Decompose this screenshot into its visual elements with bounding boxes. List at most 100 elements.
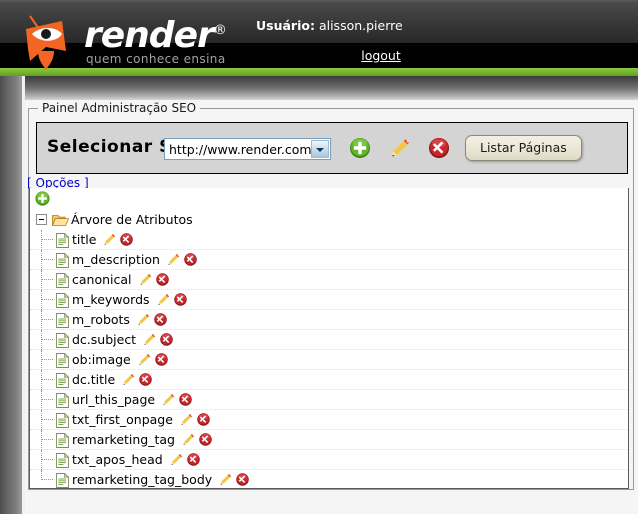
tree-item-label: canonical — [72, 272, 132, 287]
tree-item-actions — [136, 312, 170, 328]
edit-attribute-button[interactable] — [137, 352, 152, 367]
document-icon — [56, 352, 70, 368]
document-icon — [56, 452, 70, 468]
document-icon — [56, 372, 70, 388]
render-logo-icon[interactable] — [16, 13, 76, 71]
edit-attribute-button[interactable] — [218, 472, 233, 487]
tree-guide-line — [41, 310, 42, 330]
edit-attribute-button[interactable] — [121, 372, 136, 387]
edit-attribute-button[interactable] — [161, 392, 176, 407]
tree-item-row[interactable]: title — [30, 230, 628, 250]
tree-item-actions — [142, 332, 176, 348]
left-edge-strip — [0, 76, 22, 514]
document-icon — [56, 252, 70, 268]
delete-attribute-button[interactable] — [154, 352, 169, 367]
body-top-gradient — [0, 76, 638, 102]
tree-item-actions — [166, 252, 200, 268]
tree-item-row[interactable]: txt_apos_head — [30, 450, 628, 470]
edit-attribute-button[interactable] — [166, 252, 181, 267]
attribute-tree: Árvore de Atributos title m_descriptionca… — [29, 188, 629, 489]
delete-attribute-button[interactable] — [235, 472, 250, 487]
tree-item-row[interactable]: remarketing_tag_body — [30, 470, 628, 488]
delete-attribute-button[interactable] — [153, 312, 168, 327]
tree-guide-line — [41, 430, 42, 450]
edit-attribute-button[interactable] — [169, 452, 184, 467]
tree-root-label: Árvore de Atributos — [71, 212, 193, 227]
logo-wordmark: render® — [84, 15, 227, 56]
listar-paginas-button[interactable]: Listar Páginas — [465, 135, 582, 161]
tree-elbow-line — [41, 419, 53, 420]
logout-link[interactable]: logout — [361, 48, 401, 63]
tree-item-row[interactable]: canonical — [30, 270, 628, 290]
edit-attribute-button[interactable] — [102, 232, 117, 247]
tree-item-row[interactable]: remarketing_tag — [30, 430, 628, 450]
header-green-bar — [0, 68, 638, 76]
logo-word-text: render — [84, 15, 215, 56]
edit-attribute-button[interactable] — [181, 432, 196, 447]
left-edge-highlight — [22, 76, 25, 514]
delete-attribute-button[interactable] — [183, 252, 198, 267]
delete-site-button[interactable] — [427, 136, 451, 160]
tree-item-row[interactable]: txt_first_onpage — [30, 410, 628, 430]
tree-elbow-line — [41, 379, 53, 380]
tree-item-row[interactable]: ob:image — [30, 350, 628, 370]
document-icon — [56, 412, 70, 428]
tree-item-label: remarketing_tag_body — [72, 472, 213, 487]
delete-attribute-button[interactable] — [119, 232, 134, 247]
tree-item-row[interactable]: m_robots — [30, 310, 628, 330]
add-node-button[interactable] — [34, 190, 51, 207]
delete-attribute-button[interactable] — [155, 272, 170, 287]
tree-item-label: m_description — [72, 252, 160, 267]
tree-guide-line — [41, 230, 42, 250]
edit-attribute-button[interactable] — [179, 412, 194, 427]
tree-elbow-line — [41, 299, 53, 300]
document-icon — [56, 472, 70, 488]
tree-item-label: remarketing_tag — [72, 432, 175, 447]
edit-attribute-button[interactable] — [142, 332, 157, 347]
delete-attribute-button[interactable] — [173, 292, 188, 307]
tree-root-node[interactable]: Árvore de Atributos — [30, 210, 628, 230]
tree-guide-line — [41, 330, 42, 350]
document-icon — [56, 232, 70, 248]
document-icon — [56, 432, 70, 448]
user-info: Usuário: alisson.pierre — [256, 18, 403, 33]
tree-item-label: m_robots — [72, 312, 130, 327]
tree-elbow-line — [41, 239, 53, 240]
tree-item-list: title m_description canonical m_keywords m_r… — [30, 230, 628, 488]
tree-item-label: txt_first_onpage — [72, 412, 173, 427]
tree-item-row[interactable]: m_keywords — [30, 290, 628, 310]
tree-item-label: dc.subject — [72, 332, 137, 347]
document-icon — [56, 272, 70, 288]
tree-item-label: url_this_page — [72, 392, 156, 407]
site-select[interactable]: http://www.render.com.br — [164, 138, 331, 160]
tree-elbow-line — [41, 479, 53, 480]
document-icon — [56, 332, 70, 348]
seo-panel-legend: Painel Administração SEO — [38, 101, 201, 115]
tree-guide-line — [41, 290, 42, 310]
delete-attribute-button[interactable] — [138, 372, 153, 387]
app-root: render® quem conhece ensina Usuário: ali… — [0, 0, 638, 514]
tree-item-actions — [169, 452, 203, 468]
tree-elbow-line — [41, 279, 53, 280]
chevron-down-icon[interactable] — [311, 140, 329, 158]
tree-item-actions — [137, 352, 171, 368]
delete-attribute-button[interactable] — [159, 332, 174, 347]
tree-item-actions — [121, 372, 155, 388]
tree-item-row[interactable]: m_description — [30, 250, 628, 270]
tree-item-row[interactable]: url_this_page — [30, 390, 628, 410]
tree-guide-line — [41, 250, 42, 270]
tree-collapse-toggle-icon[interactable] — [36, 214, 47, 225]
edit-site-button[interactable] — [388, 136, 412, 160]
delete-attribute-button[interactable] — [186, 452, 201, 467]
delete-attribute-button[interactable] — [196, 412, 211, 427]
delete-attribute-button[interactable] — [178, 392, 193, 407]
tree-item-row[interactable]: dc.subject — [30, 330, 628, 350]
edit-attribute-button[interactable] — [156, 292, 171, 307]
tree-item-row[interactable]: dc.title — [30, 370, 628, 390]
add-site-button[interactable] — [348, 136, 372, 160]
tree-guide-line — [41, 350, 42, 370]
edit-attribute-button[interactable] — [136, 312, 151, 327]
tree-elbow-line — [41, 399, 53, 400]
delete-attribute-button[interactable] — [198, 432, 213, 447]
edit-attribute-button[interactable] — [138, 272, 153, 287]
